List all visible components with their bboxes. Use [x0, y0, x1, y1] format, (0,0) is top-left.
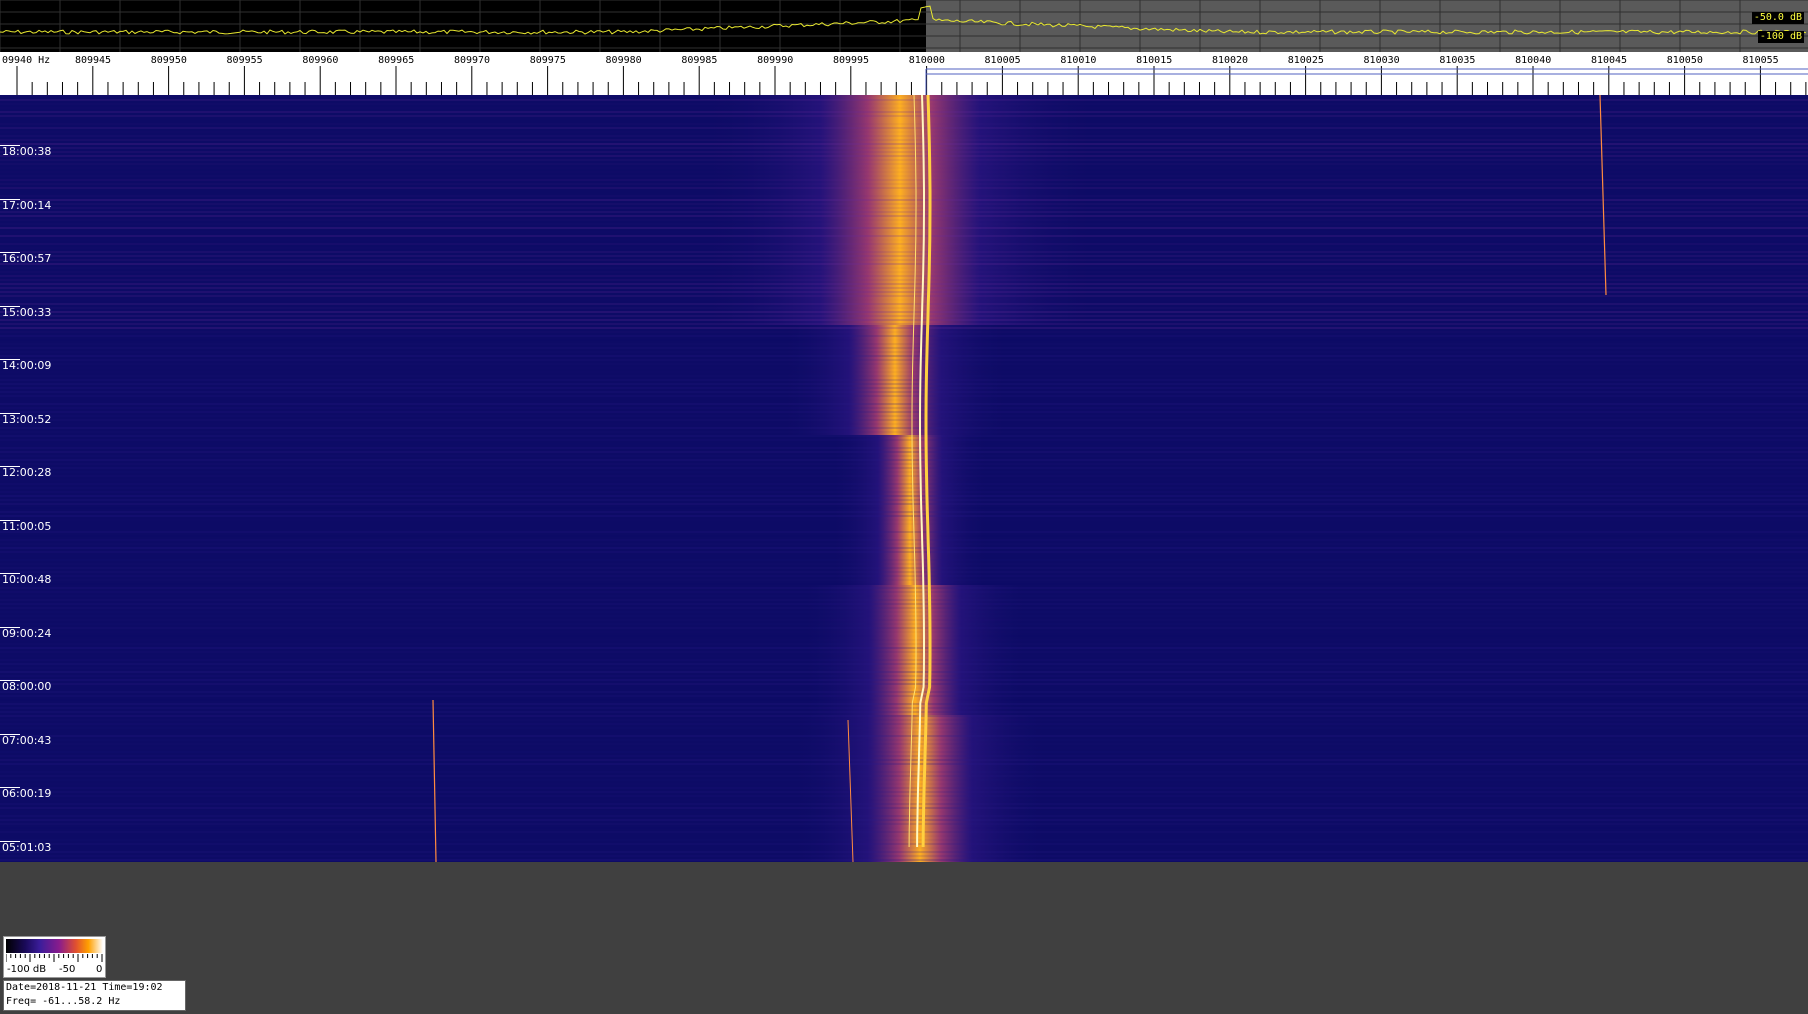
- waterfall-display[interactable]: 18:00:38 17:00:14 16:00:57 15:00:33 14:00:09…: [0, 95, 1808, 862]
- colorbar-mid-label: -50: [59, 964, 76, 975]
- db-top-label: -50.0 dB: [1751, 12, 1804, 24]
- signal-glow: [830, 435, 990, 585]
- time-label: 08:00:00: [2, 680, 52, 693]
- spectrum-plot: [0, 0, 1808, 52]
- spectrum-trace: [0, 5, 1807, 35]
- colorbar-max-label: 0: [96, 964, 103, 975]
- db-bottom-label: -100 dB: [1757, 31, 1804, 43]
- colorbar-ticks: [6, 954, 103, 962]
- info-date-time: Date=2018-11-21 Time=19:02: [6, 982, 163, 993]
- spectrum-panel[interactable]: -50.0 dB -100 dB: [0, 0, 1808, 52]
- time-label: 18:00:38: [2, 145, 52, 158]
- time-label: 17:00:14: [2, 198, 52, 212]
- freq-label: 809995: [833, 55, 869, 66]
- colorbar-min-label: -100 dB: [7, 964, 47, 975]
- frequency-scale[interactable]: 09940 Hz 809945 809950 809955 809960 809965 80…: [0, 52, 1808, 95]
- freq-label: 810050: [1667, 55, 1703, 66]
- signal-glow: [700, 95, 1100, 325]
- time-label: 05:01:03: [2, 840, 52, 854]
- frequency-ruler: 09940 Hz 809945 809950 809955 809960 809965 80…: [2, 55, 1808, 95]
- info-freq-range: Freq= -61...58.2 Hz: [6, 996, 121, 1007]
- freq-label: 810020: [1212, 55, 1248, 66]
- freq-label: 809975: [530, 55, 566, 66]
- freq-label: 810030: [1364, 55, 1400, 66]
- freq-label: 809950: [151, 55, 187, 66]
- time-label: 11:00:05: [2, 519, 52, 533]
- freq-label: 809945: [75, 55, 111, 66]
- freq-label: 810025: [1288, 55, 1324, 66]
- freq-label: 809960: [302, 55, 338, 66]
- time-label: 12:00:28: [2, 466, 52, 479]
- freq-label: 809990: [757, 55, 793, 66]
- waterfall-image: [0, 95, 1808, 862]
- time-label: 10:00:48: [2, 573, 52, 586]
- time-label: 06:00:19: [2, 787, 52, 800]
- info-box: Date=2018-11-21 Time=19:02 Freq= -61...5…: [3, 980, 186, 1011]
- freq-label: 809985: [681, 55, 717, 66]
- freq-label-first: 09940 Hz: [2, 55, 50, 66]
- freq-label: 810000: [909, 55, 945, 66]
- freq-label: 810040: [1515, 55, 1551, 66]
- time-label: 09:00:24: [2, 626, 52, 640]
- time-label: 13:00:52: [2, 412, 52, 426]
- time-label: 14:00:09: [2, 359, 52, 372]
- colorbar-legend: -100 dB -50 0: [3, 936, 106, 978]
- freq-label: 810045: [1591, 55, 1627, 66]
- freq-label: 809980: [606, 55, 642, 66]
- freq-label: 809965: [378, 55, 414, 66]
- freq-label: 809955: [227, 55, 263, 66]
- freq-label: 810005: [985, 55, 1021, 66]
- freq-label: 809970: [454, 55, 490, 66]
- time-label: 15:00:33: [2, 305, 52, 319]
- freq-label: 810015: [1136, 55, 1172, 66]
- freq-label: 810010: [1060, 55, 1096, 66]
- time-label: 07:00:43: [2, 733, 52, 747]
- freq-label: 810055: [1743, 55, 1779, 66]
- time-label: 16:00:57: [2, 252, 52, 265]
- freq-label: 810035: [1439, 55, 1475, 66]
- colorbar-gradient: [6, 939, 103, 953]
